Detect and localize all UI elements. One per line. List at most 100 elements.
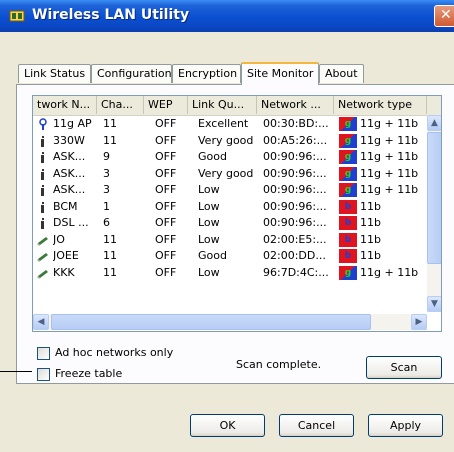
tab-label: Site Monitor — [247, 67, 314, 80]
cell-type: 11b — [360, 249, 381, 262]
11b-badge: b — [339, 249, 357, 263]
adhoc-icon — [37, 236, 48, 246]
cell-quality: Good — [198, 249, 227, 262]
adhoc-only-checkbox[interactable] — [37, 347, 50, 360]
cell-quality: Good — [198, 150, 227, 163]
11g-badge: g — [339, 265, 357, 280]
tab-label: Configuration — [97, 67, 172, 80]
11g-badge: g — [339, 166, 357, 181]
cell-name: KKK — [53, 265, 75, 279]
cell-name: BCM — [53, 199, 78, 213]
cell-mac: 00:90:96:... — [263, 183, 327, 196]
scan-status-text: Scan complete. — [236, 358, 322, 371]
table-row[interactable]: 330W 11 OFF Very good 00:A5:26:... 11g + 11b g — [33, 133, 427, 149]
cell-type: 11b — [360, 199, 381, 213]
cancel-button[interactable]: Cancel — [279, 414, 354, 437]
tab-label: Encryption — [178, 67, 238, 80]
close-button[interactable]: ✕ — [434, 5, 454, 27]
column-header-wep[interactable]: WEP — [144, 96, 188, 114]
station-icon — [41, 218, 44, 229]
horizontal-scrollbar[interactable]: ◀ ▶ — [33, 314, 427, 330]
station-icon — [41, 135, 44, 147]
network-list[interactable]: twork N... Cha... WEP Link Qu... Network… — [32, 95, 442, 332]
cell-name: ASK... — [53, 150, 86, 163]
cell-wep: OFF — [155, 117, 177, 130]
tab-site-monitor[interactable]: Site Monitor — [241, 62, 319, 85]
11g-badge: g — [339, 117, 357, 131]
scroll-right-button[interactable]: ▶ — [411, 314, 427, 330]
station-icon — [41, 201, 44, 213]
cell-type: 11b — [360, 216, 381, 229]
11g-badge: g — [339, 150, 357, 164]
wireless-lan-utility-window: Wireless LAN Utility ✕ Link Status Confi… — [0, 0, 454, 452]
window-title: Wireless LAN Utility — [32, 7, 190, 23]
tab-link-status[interactable]: Link Status — [18, 64, 91, 83]
cell-wep: OFF — [155, 216, 177, 229]
cell-channel: 9 — [103, 150, 110, 163]
scroll-left-button[interactable]: ◀ — [33, 314, 49, 330]
cell-channel: 11 — [103, 265, 117, 279]
table-row[interactable]: 11g AP 11 OFF Excellent 00:30:BD:... 11g + 11… — [33, 116, 427, 132]
tab-label: Link Status — [24, 67, 86, 80]
cell-name: JOEE — [53, 249, 79, 262]
cell-channel: 6 — [103, 216, 110, 229]
cell-mac: 02:00:DD... — [263, 249, 326, 262]
station-icon — [41, 185, 44, 196]
cell-mac: 00:A5:26:... — [263, 133, 328, 147]
scroll-down-button[interactable]: ▼ — [427, 296, 441, 312]
cell-mac: 00:30:BD:... — [263, 117, 329, 130]
cell-mac: 96:7D:4C:... — [263, 265, 329, 279]
cell-channel: 3 — [103, 183, 110, 196]
cell-mac: 00:90:96:... — [263, 150, 327, 163]
vertical-scroll-thumb[interactable] — [427, 132, 441, 264]
table-row[interactable]: ASK... 9 OFF Good 00:90:96:... 11g + 11b g — [33, 149, 427, 165]
cell-wep: OFF — [155, 166, 177, 180]
scroll-up-button[interactable]: ▲ — [427, 115, 441, 131]
list-header: twork N... Cha... WEP Link Qu... Network… — [33, 96, 441, 116]
apply-button[interactable]: Apply — [368, 414, 443, 437]
close-icon: ✕ — [440, 7, 452, 23]
cell-channel: 11 — [103, 117, 117, 130]
column-header-link-quality[interactable]: Link Qu... — [188, 96, 257, 114]
tab-about[interactable]: About — [319, 64, 364, 83]
table-row[interactable]: ASK... 3 OFF Very good 00:90:96:... 11g + 11b… — [33, 166, 427, 182]
cell-mac: 02:00:E5:... — [263, 232, 327, 246]
ap-icon — [39, 118, 47, 130]
vertical-scrollbar[interactable]: ▲ ▼ — [427, 115, 441, 312]
cell-wep: OFF — [155, 232, 177, 246]
freeze-table-checkbox[interactable] — [37, 368, 50, 381]
column-header-network-name[interactable]: twork N... — [33, 96, 97, 114]
tab-encryption[interactable]: Encryption — [172, 64, 241, 83]
cell-channel: 11 — [103, 133, 117, 147]
scan-button[interactable]: Scan — [366, 356, 442, 379]
table-row[interactable]: JO 11 OFF Low 02:00:E5:... 11b b — [33, 232, 427, 248]
cell-quality: Low — [198, 199, 220, 213]
tab-label: About — [325, 67, 358, 80]
column-header-network-type[interactable]: Network type — [334, 96, 427, 114]
cell-name: 330W — [53, 133, 85, 147]
ok-button[interactable]: OK — [190, 414, 265, 437]
horizontal-scroll-thumb[interactable] — [51, 314, 371, 330]
cell-name: 11g AP — [53, 117, 92, 130]
tab-configuration[interactable]: Configuration — [91, 64, 172, 83]
table-row[interactable]: KKK 11 OFF Low 96:7D:4C:... 11g + 11b g — [33, 265, 427, 281]
cell-name: DSL ... — [53, 216, 89, 229]
table-row[interactable]: DSL ... 6 OFF Low 00:90:96:... 11b b — [33, 215, 427, 231]
cell-quality: Very good — [198, 166, 254, 180]
table-row[interactable]: BCM 1 OFF Low 00:90:96:... 11b b — [33, 199, 427, 215]
cell-name: JO — [53, 232, 65, 246]
title-bar[interactable]: Wireless LAN Utility ✕ — [0, 0, 454, 32]
cell-type: 11g + 11b — [360, 133, 419, 147]
cell-type: 11g + 11b — [360, 183, 419, 196]
table-row[interactable]: JOEE 11 OFF Good 02:00:DD... 11b b — [33, 248, 427, 264]
column-header-channel[interactable]: Cha... — [97, 96, 144, 114]
chevron-down-icon: ▼ — [431, 299, 438, 309]
cell-channel: 1 — [103, 199, 110, 213]
column-header-network-address[interactable]: Network ... — [257, 96, 334, 114]
cell-wep: OFF — [155, 265, 177, 279]
chevron-right-icon: ▶ — [415, 317, 423, 327]
cell-quality: Low — [198, 216, 220, 229]
chevron-up-icon: ▲ — [431, 118, 438, 128]
cell-quality: Low — [198, 265, 220, 279]
table-row[interactable]: ASK... 3 OFF Low 00:90:96:... 11g + 11b g — [33, 182, 427, 198]
